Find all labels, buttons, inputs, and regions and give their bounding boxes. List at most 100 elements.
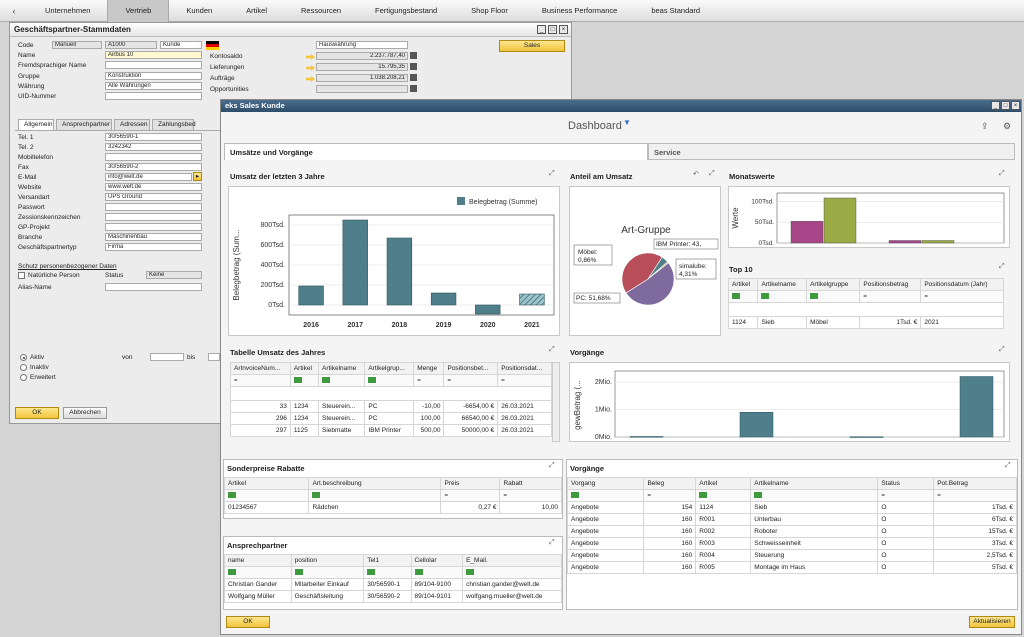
column-header[interactable]: E_Mail. (462, 554, 562, 567)
minimize-icon[interactable]: _ (991, 101, 1000, 110)
ok-button[interactable]: OK (226, 616, 270, 628)
filter-icon[interactable] (293, 377, 302, 384)
industry-select[interactable]: Maschinenbau (105, 233, 202, 241)
filter-icon[interactable] (368, 377, 377, 384)
filter-cell[interactable] (695, 489, 752, 502)
close-icon[interactable]: × (559, 25, 568, 34)
tab-service[interactable]: Service (648, 143, 1015, 160)
column-header[interactable]: Menge (413, 362, 445, 375)
foreign-name-field[interactable] (105, 61, 202, 69)
gp-project-field[interactable] (105, 223, 202, 231)
assignment-field[interactable] (105, 213, 202, 221)
table-row[interactable]: Angebote 160 R003 Schweisseinheit O 3Tsd. € (566, 537, 1017, 550)
house-currency-select[interactable]: Hauswährung (316, 41, 408, 49)
column-header[interactable]: Artikelname (317, 362, 366, 375)
filter-cell[interactable] (462, 566, 562, 579)
link-arrow-icon[interactable] (306, 76, 315, 82)
filter-icon[interactable] (228, 569, 236, 576)
filter-cell[interactable] (410, 566, 464, 579)
filter-icon[interactable] (294, 569, 303, 576)
column-header[interactable]: Artikelgruppe (806, 278, 861, 291)
column-header[interactable]: name (224, 554, 292, 567)
filter-icon[interactable] (810, 293, 819, 300)
filter-cell[interactable]: = (933, 489, 1017, 502)
column-header[interactable]: Artikel (289, 362, 319, 375)
from-date-field[interactable] (150, 353, 184, 361)
filter-cell[interactable]: = (877, 489, 935, 502)
table-row[interactable]: Angebote 160 R004 Steuerung O 2,5Tsd. € (566, 549, 1017, 562)
ok-button[interactable]: OK (15, 407, 59, 419)
filter-cell[interactable] (363, 566, 412, 579)
filter-cell[interactable] (364, 374, 415, 387)
undo-icon[interactable]: ↶ (693, 170, 699, 178)
filter-cell[interactable] (757, 290, 808, 303)
filter-cell[interactable]: = (443, 374, 499, 387)
bp-subtab-0[interactable]: Allgemein (18, 119, 54, 130)
nav-tab-0[interactable]: Unternehmen (28, 0, 107, 22)
nav-tab-2[interactable]: Kunden (169, 0, 229, 22)
code-series-select[interactable]: Manuell (52, 41, 102, 49)
code-type-select[interactable]: Kunde (160, 41, 202, 49)
nav-tab-3[interactable]: Artikel (229, 0, 284, 22)
filter-icon[interactable] (312, 492, 321, 499)
filter-icon[interactable] (321, 377, 330, 384)
column-header[interactable]: Tel1 (363, 554, 412, 567)
settings-icon[interactable]: ⚙ (1003, 121, 1011, 132)
bp-type-select[interactable]: Firma (105, 243, 202, 251)
alias-field[interactable] (105, 283, 202, 291)
tel2-field[interactable]: 3242342 (105, 143, 202, 151)
code-field[interactable]: A1000 (105, 41, 157, 49)
filter-cell[interactable] (806, 290, 861, 303)
privacy-link[interactable]: Schutz personenbezogener Daten (18, 263, 117, 270)
column-header[interactable]: Artikelname (750, 477, 879, 490)
scrollbar[interactable] (552, 362, 560, 442)
link-arrow-icon[interactable] (306, 54, 315, 60)
maximize-icon[interactable]: □ (548, 25, 557, 34)
table-row[interactable]: Angebote 160 R005 Montage im Haus O 5Tsd. € (566, 561, 1017, 574)
column-header[interactable]: Positionsdatum (Jahr) (920, 278, 1004, 291)
bp-subtab-3[interactable]: Zahlungsbed (152, 119, 196, 130)
share-icon[interactable]: ⇪ (981, 121, 989, 132)
filter-cell[interactable]: = (230, 374, 291, 387)
column-header[interactable]: Rabatt (499, 477, 562, 490)
close-icon[interactable]: × (1011, 101, 1020, 110)
table-row[interactable]: 297 1125 Siebmatte IBM Printer 500,00 50000,0… (230, 424, 552, 437)
column-header[interactable]: Preis (440, 477, 501, 490)
column-header[interactable]: Artikel (695, 477, 752, 490)
currency-select[interactable]: Alle Währungen (105, 82, 202, 90)
nav-tab-6[interactable]: Shop Floor (454, 0, 525, 22)
website-field[interactable]: www.welt.de (105, 183, 202, 191)
filter-cell[interactable]: = (497, 374, 552, 387)
table-row[interactable]: Wolfgang Müller Geschäftsleitung 30/56590-… (224, 590, 562, 603)
minimize-icon[interactable]: _ (537, 25, 546, 34)
column-header[interactable]: Pot.Betrag (933, 477, 1017, 490)
filter-cell[interactable] (224, 566, 292, 579)
column-header[interactable]: ArInvoiceNum... (230, 362, 291, 375)
filter-cell[interactable] (308, 489, 442, 502)
column-header[interactable]: Artikelname (757, 278, 808, 291)
filter-cell[interactable]: = (859, 290, 922, 303)
expand-icon[interactable]: ⤢ (549, 346, 555, 354)
expand-icon[interactable]: ⤢ (999, 263, 1005, 271)
nav-tab-1[interactable]: Vertrieb (107, 0, 170, 22)
email-field[interactable]: info@welt.de (105, 173, 192, 181)
table-row[interactable]: Angebote 154 1124 Sieb O 1Tsd. € (566, 501, 1017, 514)
nav-tab-4[interactable]: Ressourcen (284, 0, 358, 22)
to-date-field[interactable] (208, 353, 220, 361)
table-row[interactable]: 296 1234 Steuerein... PC 100,00 66540,00 €26.… (230, 412, 552, 425)
filter-cell[interactable] (566, 489, 645, 502)
column-header[interactable]: Positionsdat... (497, 362, 552, 375)
filter-icon[interactable] (571, 492, 579, 499)
table-row[interactable]: Christian Gander Mitarbeiter Einkauf 30/56… (224, 578, 562, 591)
inactive-radio[interactable] (20, 364, 27, 371)
expand-icon[interactable]: ⤢ (999, 170, 1005, 178)
nav-tab-8[interactable]: beas Standard (634, 0, 717, 22)
filter-cell[interactable] (289, 374, 319, 387)
filter-cell[interactable]: = (440, 489, 501, 502)
back-chevron-icon[interactable]: ‹ (0, 6, 28, 16)
shipping-select[interactable]: UPS Ground (105, 193, 202, 201)
mobile-field[interactable] (105, 153, 202, 161)
tab-revenue-processes[interactable]: Umsätze und Vorgänge (224, 143, 648, 160)
filter-cell[interactable] (290, 566, 365, 579)
filter-icon[interactable]: ▼ (623, 118, 631, 127)
